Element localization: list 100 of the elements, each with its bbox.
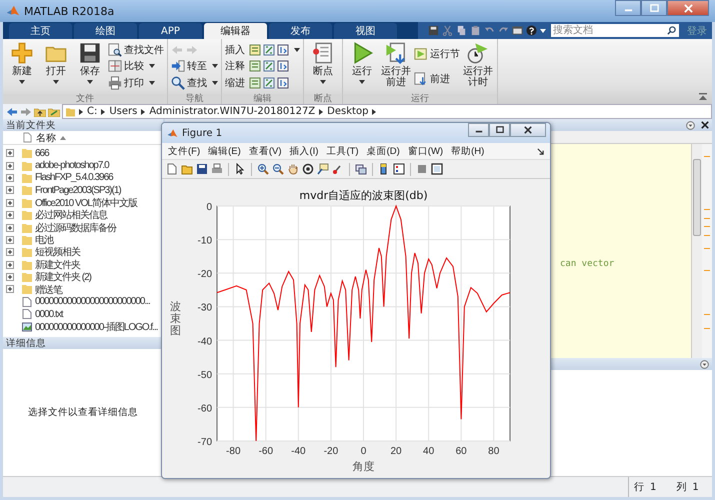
warning-marker[interactable] [704, 235, 710, 236]
expand-icon[interactable] [6, 285, 14, 294]
path-field[interactable]: C: Users Administrator.WIN7U-20180127Z Desktop [62, 104, 712, 119]
save-icon[interactable] [196, 163, 208, 175]
caret-icon[interactable] [540, 28, 546, 32]
maximize-button[interactable] [489, 123, 510, 137]
search-field[interactable]: 搜索文档 [551, 24, 679, 37]
file-list-item[interactable]: 000000000000000-插图LOGO.f... [3, 320, 158, 333]
ribbon-tab[interactable]: 编辑器 [204, 23, 267, 39]
ribbon-button[interactable]: 缩进 [225, 75, 300, 90]
file-list-item[interactable]: 必过网站相关信息 [3, 208, 107, 222]
file-list-item[interactable]: Office2010 VOL简体中文版 [3, 196, 137, 209]
ribbon-button[interactable]: 运行并计时 [462, 42, 494, 94]
expand-icon[interactable] [6, 236, 14, 244]
ribbon-tab[interactable]: 发布 [269, 23, 332, 39]
expand-icon[interactable] [6, 248, 14, 256]
menu-item[interactable]: 桌面(D) [366, 144, 400, 158]
file-list-item[interactable]: 短视频相关 [3, 246, 80, 259]
warning-marker[interactable] [704, 270, 710, 272]
menu-item[interactable]: 工具(T) [326, 144, 359, 158]
warning-marker[interactable] [704, 208, 710, 210]
save-icon[interactable] [428, 25, 439, 36]
legend-icon[interactable] [393, 163, 405, 175]
ribbon-button[interactable]: 注释 [225, 58, 300, 74]
warning-marker[interactable] [704, 218, 710, 219]
ribbon-button[interactable]: 前进 [414, 71, 460, 86]
file-list-item[interactable]: adobe-photoshop7.0 [3, 159, 109, 172]
file-list-item[interactable]: 666 [3, 147, 49, 160]
folder-browse-icon[interactable] [48, 106, 60, 116]
menu-item[interactable]: 编辑(E) [208, 144, 241, 158]
ribbon-button[interactable]: 运行 [346, 42, 378, 94]
rotate-icon[interactable] [302, 163, 314, 175]
expand-icon[interactable] [6, 260, 14, 269]
dropdown-circle-icon[interactable] [700, 360, 709, 368]
ribbon-button[interactable]: 保存 [74, 42, 106, 94]
ribbon-tab[interactable]: 主页 [9, 23, 72, 39]
ribbon-button[interactable]: 插入 [225, 42, 300, 58]
file-list-item[interactable]: 0000.txt [3, 308, 63, 320]
expand-icon[interactable] [6, 186, 14, 194]
dropdown-circle-icon[interactable] [686, 120, 695, 130]
minimize-button[interactable] [615, 0, 641, 16]
ribbon-button[interactable]: 运行并前进 [380, 42, 412, 94]
menu-item[interactable]: 窗口(W) [408, 144, 444, 158]
warning-marker[interactable] [704, 314, 710, 316]
help-icon[interactable] [526, 25, 537, 36]
zoom-out-icon[interactable] [272, 163, 284, 175]
expand-icon[interactable] [6, 174, 14, 182]
path-segment[interactable]: Administrator.WIN7U-20180127Z [149, 106, 316, 117]
warning-marker[interactable] [704, 226, 710, 228]
copy-icon[interactable] [456, 25, 467, 36]
expand-icon[interactable] [6, 149, 14, 158]
zoom-in-icon[interactable] [257, 163, 269, 175]
ribbon-button[interactable]: 转至 [171, 58, 218, 74]
file-list-item[interactable]: FrontPage2003(SP3)(1) [3, 184, 121, 197]
printer-icon[interactable] [211, 163, 223, 175]
expand-icon[interactable] [6, 162, 14, 170]
ribbon-button[interactable]: 比较 [108, 58, 164, 74]
expand-icon[interactable] [6, 211, 14, 220]
menu-item[interactable]: 插入(I) [289, 144, 318, 158]
close-button[interactable] [510, 123, 546, 137]
file-list-item[interactable]: 电池 [3, 234, 53, 246]
file-list-item[interactable]: 必过源码数据库备份 [3, 221, 116, 234]
ribbon-button[interactable]: 打开 [40, 42, 72, 94]
file-list-item[interactable]: 新建文件夹 [3, 258, 80, 271]
ribbon-button[interactable]: 新建 [6, 42, 38, 94]
ribbon-tab[interactable]: 视图 [334, 23, 397, 39]
expand-icon[interactable] [6, 198, 14, 207]
file-list-item[interactable]: 000000000000000000000000... [3, 296, 150, 308]
ribbon-tab[interactable]: 绘图 [74, 23, 137, 39]
close-icon[interactable] [701, 121, 709, 129]
link-icon[interactable] [355, 163, 367, 175]
menu-item[interactable]: 帮助(H) [451, 144, 484, 158]
path-segment[interactable]: Desktop [327, 106, 368, 117]
window-layout-icon[interactable] [512, 25, 523, 36]
file-list-item[interactable]: FlashFXP_5.4.0.3966 [3, 172, 113, 184]
scrollbar[interactable] [691, 144, 702, 358]
dock-arrow-icon[interactable] [537, 148, 544, 154]
window-icon[interactable] [431, 163, 443, 175]
warning-marker[interactable] [704, 328, 710, 329]
ribbon-button[interactable]: 打印 [108, 75, 164, 90]
ribbon-button[interactable]: 查找 [171, 75, 218, 90]
back-arrow-icon[interactable] [6, 106, 18, 116]
ribbon-button[interactable]: 运行节 [414, 46, 460, 62]
folder-up-icon[interactable] [34, 106, 46, 116]
ribbon-tab[interactable]: APP [139, 23, 202, 39]
menu-item[interactable]: 查看(V) [248, 144, 282, 158]
expand-icon[interactable] [6, 273, 14, 282]
ribbon-button[interactable]: 断点 [307, 42, 339, 94]
warning-marker[interactable] [704, 248, 710, 250]
path-segment[interactable]: Users [109, 106, 138, 117]
data-cursor-icon[interactable] [317, 163, 329, 175]
file-list-item[interactable]: 新建文件夹 (2) [3, 270, 91, 284]
pointer-icon[interactable] [234, 163, 246, 175]
hand-icon[interactable] [287, 163, 299, 175]
ribbon-button[interactable]: 查找文件 [108, 42, 164, 58]
menu-item[interactable]: 文件(F) [168, 144, 200, 158]
warning-marker[interactable] [704, 156, 710, 157]
scrollbar-thumb[interactable] [693, 159, 701, 236]
new-file-icon[interactable] [166, 163, 178, 175]
minimize-button[interactable] [468, 123, 489, 137]
